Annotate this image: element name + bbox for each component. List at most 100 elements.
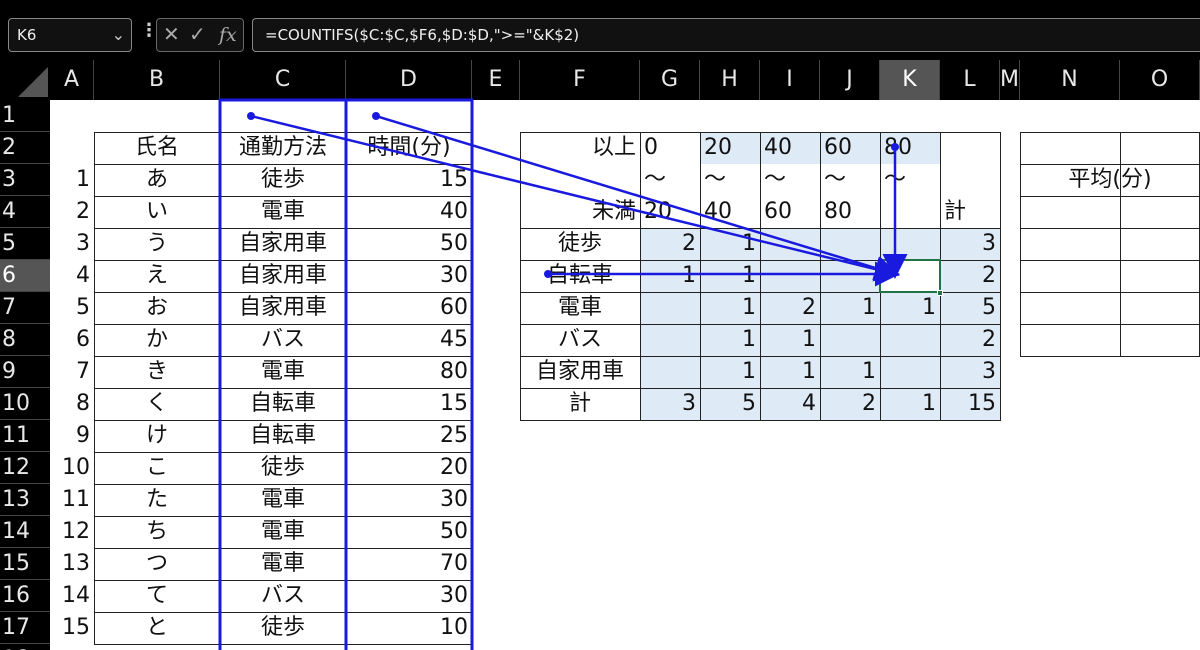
method-cell[interactable]: 自家用車 <box>220 228 346 260</box>
insert-function-icon[interactable]: fx <box>219 24 237 46</box>
formula-input[interactable]: =COUNTIFS($C:$C,$F6,$D:$D,">="&K$2) <box>252 18 1200 52</box>
time-cell[interactable]: 70 <box>346 548 472 580</box>
column-header-m[interactable]: M <box>1000 60 1020 100</box>
column-header-c[interactable]: C <box>220 60 346 100</box>
time-cell[interactable]: 10 <box>346 612 472 644</box>
time-cell[interactable]: 30 <box>346 260 472 292</box>
name-cell[interactable]: ち <box>94 516 220 548</box>
category-label[interactable]: 徒歩 <box>520 228 640 260</box>
count-cell[interactable] <box>640 356 700 388</box>
column-header-l[interactable]: L <box>940 60 1000 100</box>
column-total-cell[interactable]: 5 <box>700 388 760 420</box>
method-cell[interactable]: 徒歩 <box>220 164 346 196</box>
header-commute-method[interactable]: 通勤方法 <box>220 132 346 164</box>
name-cell[interactable]: て <box>94 580 220 612</box>
column-total-cell[interactable]: 3 <box>640 388 700 420</box>
time-cell[interactable]: 30 <box>346 484 472 516</box>
name-cell[interactable]: つ <box>94 548 220 580</box>
selected-cell-k6[interactable] <box>879 259 941 293</box>
row-header[interactable]: 13 <box>0 484 50 516</box>
row-number-cell[interactable]: 2 <box>50 196 94 228</box>
method-cell[interactable]: 徒歩 <box>220 452 346 484</box>
name-cell[interactable]: た <box>94 484 220 516</box>
bin-lower-bound[interactable]: 60 <box>820 132 880 164</box>
row-header[interactable]: 1 <box>0 100 50 132</box>
row-header[interactable]: 2 <box>0 132 50 164</box>
count-cell[interactable]: 1 <box>640 260 700 292</box>
select-all-button[interactable] <box>0 60 50 100</box>
row-header[interactable]: 16 <box>0 580 50 612</box>
column-header-e[interactable]: E <box>472 60 520 100</box>
column-header-j[interactable]: J <box>820 60 880 100</box>
average-header[interactable]: 平均(分) <box>1020 164 1200 196</box>
count-cell[interactable]: 1 <box>760 324 820 356</box>
name-cell[interactable]: お <box>94 292 220 324</box>
row-header[interactable]: 11 <box>0 420 50 452</box>
count-cell[interactable] <box>760 228 820 260</box>
row-number-cell[interactable]: 1 <box>50 164 94 196</box>
bin-upper-bound[interactable]: 40 <box>700 196 760 228</box>
row-number-cell[interactable]: 11 <box>50 484 94 516</box>
name-cell[interactable]: け <box>94 420 220 452</box>
bin-upper-bound[interactable] <box>880 196 940 228</box>
row-total-cell[interactable]: 2 <box>940 260 1000 292</box>
category-label[interactable]: 自転車 <box>520 260 640 292</box>
chevron-down-icon[interactable]: ⌄ <box>112 19 125 51</box>
row-header[interactable]: 15 <box>0 548 50 580</box>
row-number-cell[interactable]: 8 <box>50 388 94 420</box>
category-label[interactable]: 自家用車 <box>520 356 640 388</box>
bin-tilde[interactable]: ～ <box>640 164 700 196</box>
row-total-cell[interactable]: 2 <box>940 324 1000 356</box>
method-cell[interactable]: 自家用車 <box>220 260 346 292</box>
name-cell[interactable]: か <box>94 324 220 356</box>
column-header-a[interactable]: A <box>50 60 94 100</box>
category-label[interactable]: バス <box>520 324 640 356</box>
cancel-icon[interactable]: ✕ <box>163 22 180 46</box>
method-cell[interactable]: 電車 <box>220 516 346 548</box>
label-less-than[interactable]: 未満 <box>520 196 640 228</box>
header-time-minutes[interactable]: 時間(分) <box>346 132 472 164</box>
bin-upper-bound[interactable]: 20 <box>640 196 700 228</box>
count-cell[interactable] <box>820 228 880 260</box>
method-cell[interactable]: 徒歩 <box>220 612 346 644</box>
bin-lower-bound[interactable]: 80 <box>880 132 940 164</box>
column-header-d[interactable]: D <box>346 60 472 100</box>
bin-lower-bound[interactable]: 0 <box>640 132 700 164</box>
time-cell[interactable]: 45 <box>346 324 472 356</box>
bin-lower-bound[interactable]: 40 <box>760 132 820 164</box>
count-cell[interactable]: 1 <box>880 292 940 324</box>
count-cell[interactable] <box>880 228 940 260</box>
time-cell[interactable]: 40 <box>346 196 472 228</box>
method-cell[interactable]: 自転車 <box>220 388 346 420</box>
bin-tilde[interactable]: ～ <box>700 164 760 196</box>
count-cell[interactable]: 1 <box>820 292 880 324</box>
time-cell[interactable]: 15 <box>346 388 472 420</box>
column-header-n[interactable]: N <box>1020 60 1120 100</box>
bin-tilde[interactable]: ～ <box>880 164 940 196</box>
row-header[interactable]: 4 <box>0 196 50 228</box>
bin-upper-bound[interactable]: 80 <box>820 196 880 228</box>
row-total-cell[interactable]: 3 <box>940 228 1000 260</box>
time-cell[interactable]: 30 <box>346 580 472 612</box>
count-cell[interactable]: 1 <box>820 356 880 388</box>
name-box[interactable]: K6 ⌄ <box>8 18 132 52</box>
cell-grid[interactable]: 氏名 通勤方法 時間(分) 1 あ徒歩 15 2 い電車 40 3 う自家用車 50 4 え自家用車 30 5… <box>50 100 1200 650</box>
row-number-cell[interactable]: 10 <box>50 452 94 484</box>
name-cell[interactable]: く <box>94 388 220 420</box>
time-cell[interactable]: 50 <box>346 228 472 260</box>
row-number-cell[interactable]: 3 <box>50 228 94 260</box>
bin-tilde[interactable]: ～ <box>760 164 820 196</box>
row-number-cell[interactable]: 4 <box>50 260 94 292</box>
count-cell[interactable]: 2 <box>760 292 820 324</box>
row-header[interactable]: 14 <box>0 516 50 548</box>
method-cell[interactable]: バス <box>220 324 346 356</box>
row-total-cell[interactable]: 5 <box>940 292 1000 324</box>
name-cell[interactable]: こ <box>94 452 220 484</box>
row-number-cell[interactable]: 6 <box>50 324 94 356</box>
count-cell[interactable]: 2 <box>640 228 700 260</box>
row-header[interactable]: 17 <box>0 612 50 644</box>
method-cell[interactable]: 電車 <box>220 356 346 388</box>
name-cell[interactable]: い <box>94 196 220 228</box>
count-cell[interactable]: 1 <box>700 324 760 356</box>
row-number-cell[interactable]: 7 <box>50 356 94 388</box>
